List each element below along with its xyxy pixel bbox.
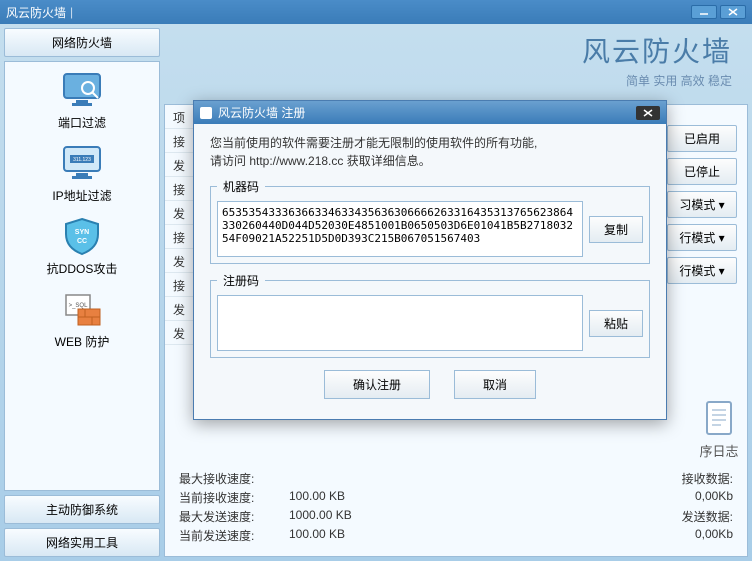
brand-title: 风云防火墙 (582, 30, 732, 70)
dialog-message-2: 请访问 http://www.218.cc 获取详细信息。 (210, 152, 650, 170)
dialog-close-button[interactable] (636, 106, 660, 120)
stat-cur-send-val: 100.00 KB (289, 527, 389, 544)
svg-text:311.123: 311.123 (73, 157, 91, 163)
status-enabled-button[interactable]: 已启用 (667, 125, 737, 152)
stat-cur-recv-label: 当前接收速度: (179, 489, 289, 506)
register-code-label: 注册码 (217, 272, 265, 289)
recv-data-label: 接收数据: (682, 472, 733, 486)
recv-data-val: 0,00Kb (695, 489, 733, 506)
sidebar-header-network-firewall[interactable]: 网络防火墙 (4, 28, 160, 57)
shield-icon: SYN CC (58, 216, 106, 256)
cancel-button[interactable]: 取消 (454, 370, 536, 399)
send-data-val: 0,00Kb (695, 527, 733, 544)
brand-area: 风云防火墙 简单 实用 高效 稳定 (582, 30, 732, 89)
sidebar-item-web-protect[interactable]: >_SQL WEB 防护 (9, 289, 155, 350)
bg-table-column: 项接发接发接发接发发 (165, 105, 193, 345)
sidebar-item-label: 端口过滤 (58, 114, 106, 131)
log-box[interactable]: 序日志 (699, 398, 739, 460)
dialog-titlebar: 风云防火墙 注册 (194, 101, 666, 124)
stat-cur-send-label: 当前发送速度: (179, 527, 289, 544)
sidebar-network-tools[interactable]: 网络实用工具 (4, 528, 160, 557)
sidebar-item-label: 抗DDOS攻击 (47, 260, 118, 277)
sidebar-item-ddos[interactable]: SYN CC 抗DDOS攻击 (9, 216, 155, 277)
sidebar-item-ip-filter[interactable]: 311.123 IP地址过滤 (9, 143, 155, 204)
svg-text:SYN: SYN (75, 229, 89, 236)
close-button[interactable] (720, 5, 746, 19)
sidebar-item-label: IP地址过滤 (52, 187, 111, 204)
register-code-group: 注册码 粘贴 (210, 272, 650, 358)
register-dialog: 风云防火墙 注册 您当前使用的软件需要注册才能无限制的使用软件的所有功能, 请访… (193, 100, 667, 420)
register-code-field[interactable] (217, 295, 583, 351)
stat-max-send-label: 最大发送速度: (179, 508, 289, 525)
machine-code-group: 机器码 复制 (210, 178, 650, 264)
stat-max-send-val: 1000.00 KB (289, 508, 389, 525)
dialog-message-1: 您当前使用的软件需要注册才能无限制的使用软件的所有功能, (210, 134, 650, 152)
status-area: 最大接收速度: 接收数据: 当前接收速度: 100.00 KB 0,00Kb 最… (165, 458, 747, 556)
window-title: 风云防火墙 (6, 4, 66, 21)
sidebar-item-label: WEB 防护 (55, 333, 110, 350)
paste-button[interactable]: 粘贴 (589, 310, 643, 337)
sidebar-active-defense[interactable]: 主动防御系统 (4, 495, 160, 524)
machine-code-field[interactable] (217, 201, 583, 257)
document-icon (699, 398, 739, 438)
sidebar: 网络防火墙 端口过滤 311.123 IP地址过滤 SYN CC 抗DDOS攻击 … (4, 28, 160, 557)
monitor-ip-icon: 311.123 (58, 143, 106, 183)
confirm-register-button[interactable]: 确认注册 (324, 370, 430, 399)
copy-button[interactable]: 复制 (589, 216, 643, 243)
send-data-label: 发送数据: (682, 510, 733, 524)
titlebar: 风云防火墙 | (0, 0, 752, 24)
svg-text:>_SQL: >_SQL (69, 303, 89, 309)
brand-subtitle: 简单 实用 高效 稳定 (582, 72, 732, 89)
mode-button-1[interactable]: 习模式 ▾ (667, 191, 737, 218)
stat-max-recv-label: 最大接收速度: (179, 470, 289, 487)
mode-button-3[interactable]: 行模式 ▾ (667, 257, 737, 284)
status-stopped-button[interactable]: 已停止 (667, 158, 737, 185)
sidebar-panel: 端口过滤 311.123 IP地址过滤 SYN CC 抗DDOS攻击 >_SQL … (4, 61, 160, 491)
sql-wall-icon: >_SQL (58, 289, 106, 329)
machine-code-label: 机器码 (217, 178, 265, 195)
dialog-title: 风云防火墙 注册 (218, 104, 305, 121)
minimize-button[interactable] (691, 5, 717, 19)
mode-button-2[interactable]: 行模式 ▾ (667, 224, 737, 251)
sidebar-item-port-filter[interactable]: 端口过滤 (9, 70, 155, 131)
monitor-search-icon (58, 70, 106, 110)
svg-text:CC: CC (77, 238, 87, 245)
stat-cur-recv-val: 100.00 KB (289, 489, 389, 506)
right-button-stack: 已启用 已停止 习模式 ▾ 行模式 ▾ 行模式 ▾ (667, 125, 737, 284)
